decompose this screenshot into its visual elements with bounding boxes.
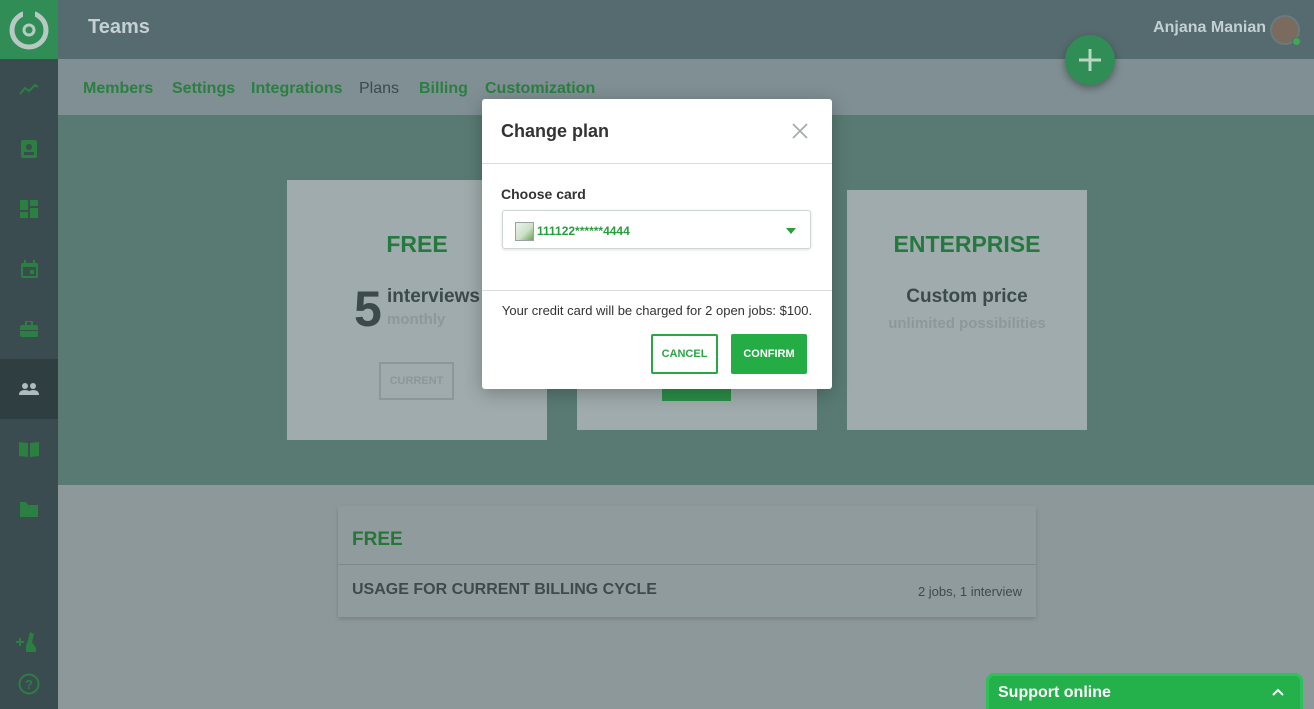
add-button[interactable]: [1065, 35, 1115, 85]
card-select[interactable]: 111122******4444: [502, 210, 811, 249]
page-title: Teams: [88, 16, 150, 38]
plus-icon: [1079, 49, 1101, 71]
selected-card-value: 111122******4444: [537, 224, 630, 238]
usage-plan-name: FREE: [352, 529, 403, 550]
choose-card-label: Choose card: [501, 186, 586, 202]
logo-icon: [9, 9, 49, 49]
sidebar-item-library[interactable]: [0, 419, 58, 479]
plan-price: Custom price: [906, 286, 1028, 307]
divider: [482, 290, 832, 291]
briefcase-icon: [20, 321, 38, 337]
sidebar-item-calendar[interactable]: [0, 239, 58, 299]
tab-integrations[interactable]: Integrations: [251, 80, 343, 98]
sidebar-item-files[interactable]: [0, 479, 58, 539]
plan-name: ENTERPRISE: [893, 231, 1041, 257]
add-integration-icon: [16, 632, 36, 652]
plan-period: monthly: [387, 311, 446, 328]
plan-unit: interviews: [387, 286, 480, 307]
contact-card-icon: [21, 140, 37, 158]
card-image-icon: [515, 222, 534, 241]
tab-billing[interactable]: Billing: [419, 80, 468, 98]
chart-line-icon: [19, 83, 39, 95]
usage-label: USAGE FOR CURRENT BILLING CYCLE: [352, 581, 657, 598]
support-chat-widget[interactable]: Support online: [986, 673, 1303, 709]
sidebar-item-jobs[interactable]: [0, 299, 58, 359]
modal-title: Change plan: [501, 121, 610, 141]
tab-customization[interactable]: Customization: [485, 80, 595, 98]
dashboard-icon: [20, 200, 38, 218]
sidebar-item-teams[interactable]: [0, 359, 58, 419]
top-header: Teams Anjana Manian: [58, 0, 1314, 59]
tab-settings[interactable]: Settings: [172, 80, 235, 98]
modal-header: Change plan: [482, 99, 832, 164]
book-icon: [19, 442, 39, 457]
folder-icon: [20, 501, 38, 517]
chevron-down-icon: [786, 228, 796, 234]
cancel-button[interactable]: CANCEL: [651, 334, 718, 374]
plan-card-enterprise: ENTERPRISE Custom price unlimited possib…: [847, 190, 1087, 430]
current-plan-button[interactable]: CURRENT: [379, 362, 454, 400]
team-icon: [19, 383, 39, 395]
plan-tagline: unlimited possibilities: [888, 315, 1046, 332]
chevron-up-icon[interactable]: [1272, 688, 1284, 696]
tab-plans[interactable]: Plans: [359, 80, 399, 98]
divider: [338, 564, 1036, 565]
sidebar-item-help[interactable]: ?: [0, 654, 58, 709]
app-logo[interactable]: [0, 0, 58, 59]
confirm-button[interactable]: CONFIRM: [731, 334, 807, 374]
support-label: Support online: [998, 684, 1111, 701]
user-name[interactable]: Anjana Manian: [1153, 19, 1266, 37]
help-icon: ?: [18, 673, 40, 695]
online-status-dot: [1292, 37, 1301, 46]
charge-notice: Your credit card will be charged for 2 o…: [501, 303, 813, 318]
sidebar: ?: [0, 0, 58, 709]
svg-text:?: ?: [25, 677, 33, 692]
plan-interview-count: 5: [354, 281, 382, 337]
close-icon[interactable]: [792, 123, 808, 139]
calendar-icon: [20, 260, 38, 278]
sidebar-item-analytics[interactable]: [0, 59, 58, 119]
change-plan-modal: Change plan Choose card 111122******4444…: [482, 99, 832, 389]
usage-card: FREE USAGE FOR CURRENT BILLING CYCLE 2 j…: [338, 506, 1036, 617]
sidebar-item-candidates[interactable]: [0, 119, 58, 179]
usage-value: 2 jobs, 1 interview: [917, 584, 1022, 599]
tab-members[interactable]: Members: [83, 80, 153, 98]
sidebar-item-dashboard[interactable]: [0, 179, 58, 239]
